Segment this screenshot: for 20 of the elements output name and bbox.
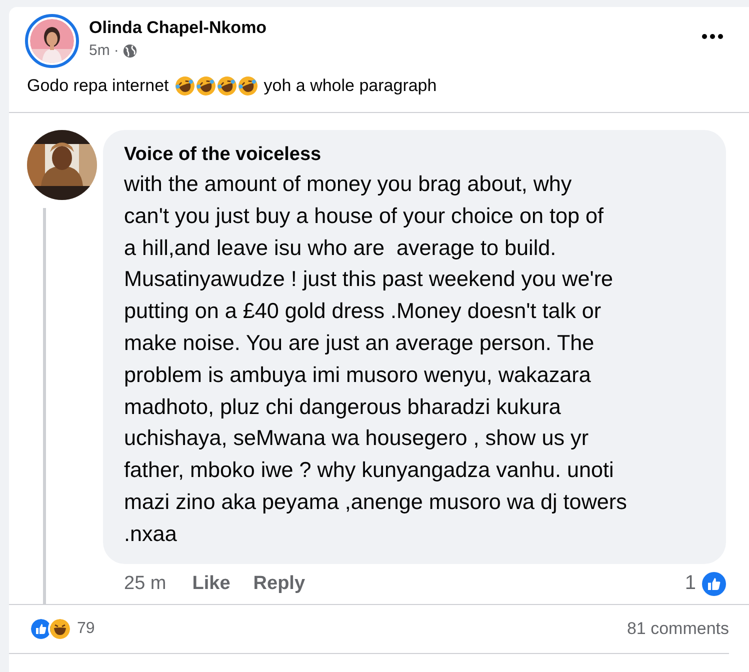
comment-time[interactable]: 25 m bbox=[124, 572, 166, 595]
comment-text: with the amount of money you brag about, why can't you just buy a house of your choice on top of a hill,and leave isu who are average to build. Musatinyawudze ! just this past weekend you we're putting on a £40 gold dress .Money doesn't talk or make noise. You are just an average person. The problem is ambuya imi musoro wenyu, wakazara madhoto, pluz chi dangerous bharadzi kukura uchishaya, seMwana wa housegero , show us yr father, mboko iwe ? why kunyangadza vanhu. unoti mazi zino aka peyama ,anenge musoro wa dj towers .nxaa bbox=[124, 170, 628, 548]
haha-icon bbox=[48, 616, 72, 641]
post-text: Godo repa internet bbox=[27, 76, 169, 96]
laughing-emoji-icon bbox=[216, 76, 237, 96]
separator-dot: · bbox=[114, 42, 119, 59]
like-icon bbox=[702, 572, 726, 596]
post-time[interactable]: 5m bbox=[89, 42, 110, 59]
post-text: yoh a whole paragraph bbox=[264, 76, 437, 96]
comment-action-link[interactable]: Like bbox=[192, 572, 230, 594]
comments-count[interactable]: 81 comments bbox=[626, 618, 729, 639]
reaction-count: 1 bbox=[684, 572, 696, 596]
laughing-emoji-icon bbox=[238, 76, 258, 96]
commenter-name[interactable]: Voice of the voiceless bbox=[124, 144, 322, 166]
laughing-emoji-icon bbox=[196, 76, 216, 96]
comment-action-link[interactable]: Reply bbox=[253, 572, 306, 594]
author-name[interactable]: Olinda Chapel-Nkomo bbox=[89, 18, 267, 38]
globe-icon bbox=[122, 44, 137, 58]
reaction-count[interactable]: 79 bbox=[77, 620, 95, 638]
laughing-emoji-icon bbox=[174, 76, 195, 96]
